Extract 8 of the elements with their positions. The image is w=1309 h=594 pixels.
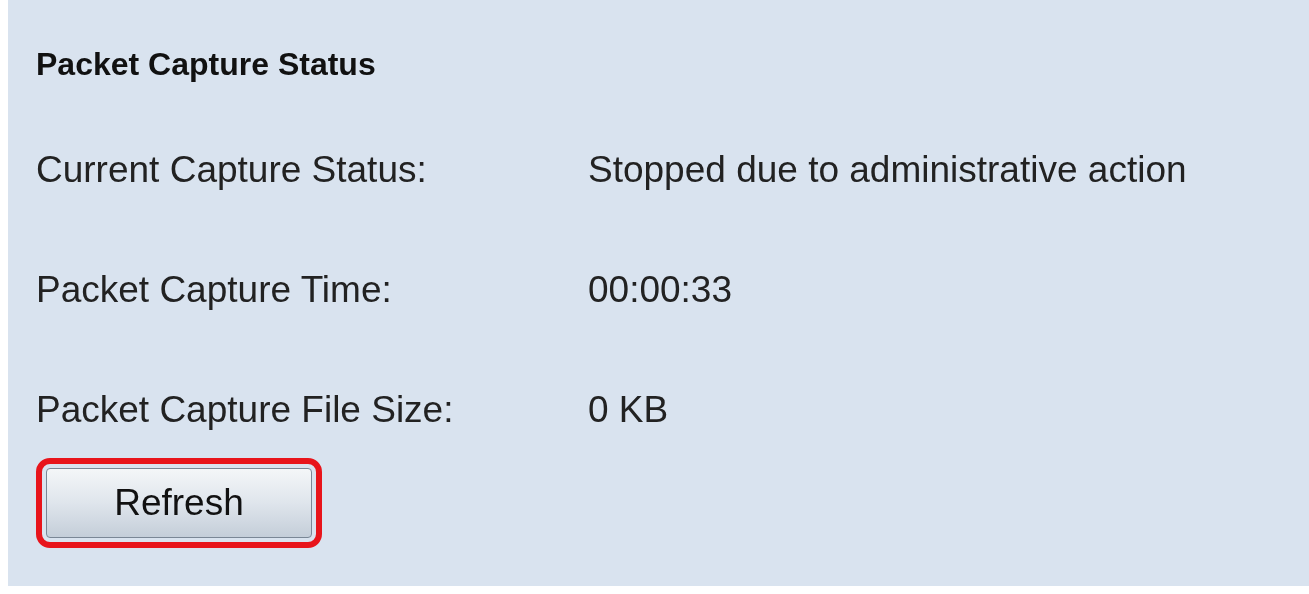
field-value: 0 KB (588, 389, 669, 431)
field-label: Current Capture Status: (36, 149, 428, 191)
field-value: Stopped due to administrative action (588, 149, 1187, 191)
panel-title: Packet Capture Status (36, 46, 377, 84)
field-label: Packet Capture File Size: (36, 389, 455, 431)
refresh-button[interactable]: Refresh (46, 468, 312, 538)
field-value: 00:00:33 (588, 269, 733, 311)
field-label: Packet Capture Time: (36, 269, 393, 311)
